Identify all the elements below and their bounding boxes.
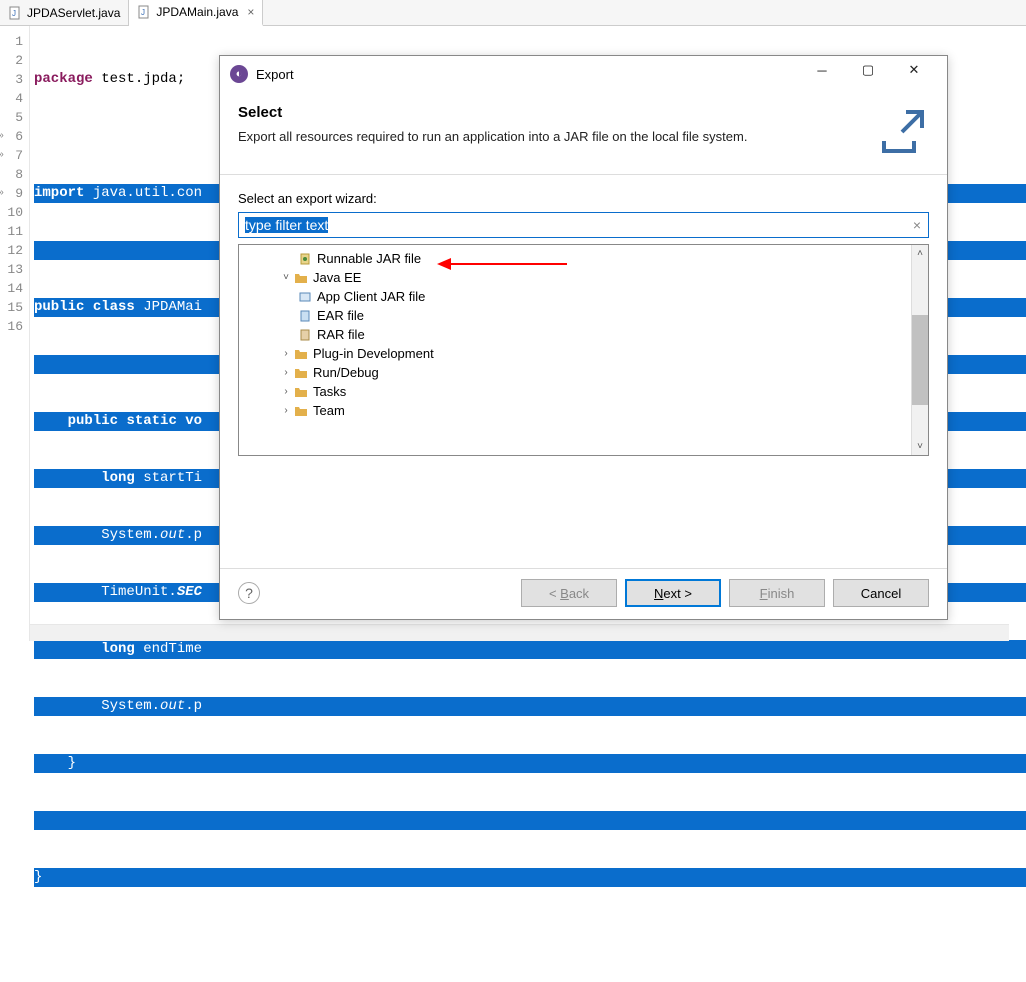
tab-close-icon[interactable]: × — [243, 5, 254, 19]
filter-input[interactable] — [238, 212, 929, 238]
java-file-icon: J — [137, 5, 151, 19]
tree-item-team[interactable]: › Team — [239, 401, 911, 420]
svg-text:J: J — [12, 9, 16, 18]
tree-expand-icon[interactable]: › — [279, 405, 293, 416]
tree-item-label: Run/Debug — [313, 365, 379, 380]
tree-item-label: EAR file — [317, 308, 364, 323]
export-tree-container: Runnable JAR file ˅ Java EE App Client J… — [238, 244, 929, 456]
back-button: < Back — [521, 579, 617, 607]
tree-item-label: Runnable JAR file — [317, 251, 421, 266]
app-client-icon — [297, 289, 313, 305]
scroll-down-icon[interactable]: ˅ — [912, 438, 928, 455]
tree-scrollbar[interactable]: ˄ ˅ — [911, 245, 928, 455]
finish-button: Finish — [729, 579, 825, 607]
editor-tab[interactable]: J JPDAMain.java × — [129, 0, 263, 26]
ear-icon — [297, 308, 313, 324]
cancel-button[interactable]: Cancel — [833, 579, 929, 607]
jar-icon — [297, 251, 313, 267]
tree-item-label: Plug-in Development — [313, 346, 434, 361]
tree-expand-icon[interactable]: › — [279, 386, 293, 397]
horizontal-scrollbar[interactable] — [30, 624, 1009, 641]
dialog-description: Export all resources required to run an … — [238, 129, 863, 144]
dialog-titlebar: ◐ Export ─ ▢ ✕ — [220, 56, 947, 92]
tree-item-run-debug[interactable]: › Run/Debug — [239, 363, 911, 382]
tree-item-java-ee[interactable]: ˅ Java EE — [239, 268, 911, 287]
clear-filter-icon[interactable]: × — [913, 217, 921, 233]
folder-icon — [293, 365, 309, 381]
help-button[interactable]: ? — [238, 582, 260, 604]
wizard-prompt: Select an export wizard: — [238, 191, 929, 206]
dialog-heading: Select — [238, 104, 863, 121]
tree-item-label: Team — [313, 403, 345, 418]
tree-item-label: RAR file — [317, 327, 365, 342]
scroll-thumb[interactable] — [912, 315, 928, 405]
next-button[interactable]: Next > — [625, 579, 721, 607]
export-icon — [873, 104, 929, 160]
export-wizard-tree[interactable]: Runnable JAR file ˅ Java EE App Client J… — [239, 245, 911, 455]
folder-icon — [293, 270, 309, 286]
editor-tab[interactable]: J JPDAServlet.java — [0, 0, 129, 25]
tree-item-ear-file[interactable]: EAR file — [239, 306, 911, 325]
minimize-button[interactable]: ─ — [799, 56, 845, 84]
tree-expand-icon[interactable]: › — [279, 367, 293, 378]
close-button[interactable]: ✕ — [891, 56, 937, 84]
folder-icon — [293, 403, 309, 419]
tree-item-rar-file[interactable]: RAR file — [239, 325, 911, 344]
tree-item-plugin-dev[interactable]: › Plug-in Development — [239, 344, 911, 363]
dialog-header: Select Export all resources required to … — [220, 92, 947, 175]
tree-item-label: App Client JAR file — [317, 289, 425, 304]
line-number-gutter: 1 2 3 4 5 6 7 8 9 10 11 12 13 14 15 16 — [0, 26, 30, 641]
tree-item-runnable-jar[interactable]: Runnable JAR file — [239, 249, 911, 268]
tree-item-label: Java EE — [313, 270, 361, 285]
svg-text:J: J — [141, 8, 145, 17]
export-dialog: ◐ Export ─ ▢ ✕ Select Export all resourc… — [219, 55, 948, 620]
tree-item-app-client-jar[interactable]: App Client JAR file — [239, 287, 911, 306]
folder-icon — [293, 346, 309, 362]
eclipse-icon: ◐ — [230, 65, 248, 83]
scroll-up-icon[interactable]: ˄ — [912, 245, 928, 262]
java-file-icon: J — [8, 6, 22, 20]
tab-label: JPDAServlet.java — [27, 6, 120, 20]
tab-label: JPDAMain.java — [156, 5, 238, 19]
dialog-body: Select an export wizard: × type filter t… — [220, 175, 947, 568]
editor-tab-bar: J JPDAServlet.java J JPDAMain.java × — [0, 0, 1026, 26]
tree-collapse-icon[interactable]: ˅ — [279, 272, 293, 283]
dialog-window-title: Export — [256, 67, 791, 82]
folder-icon — [293, 384, 309, 400]
dialog-button-bar: ? < Back Next > Finish Cancel — [220, 568, 947, 619]
tree-item-label: Tasks — [313, 384, 346, 399]
tree-expand-icon[interactable]: › — [279, 348, 293, 359]
rar-icon — [297, 327, 313, 343]
maximize-button[interactable]: ▢ — [845, 56, 891, 84]
tree-item-tasks[interactable]: › Tasks — [239, 382, 911, 401]
